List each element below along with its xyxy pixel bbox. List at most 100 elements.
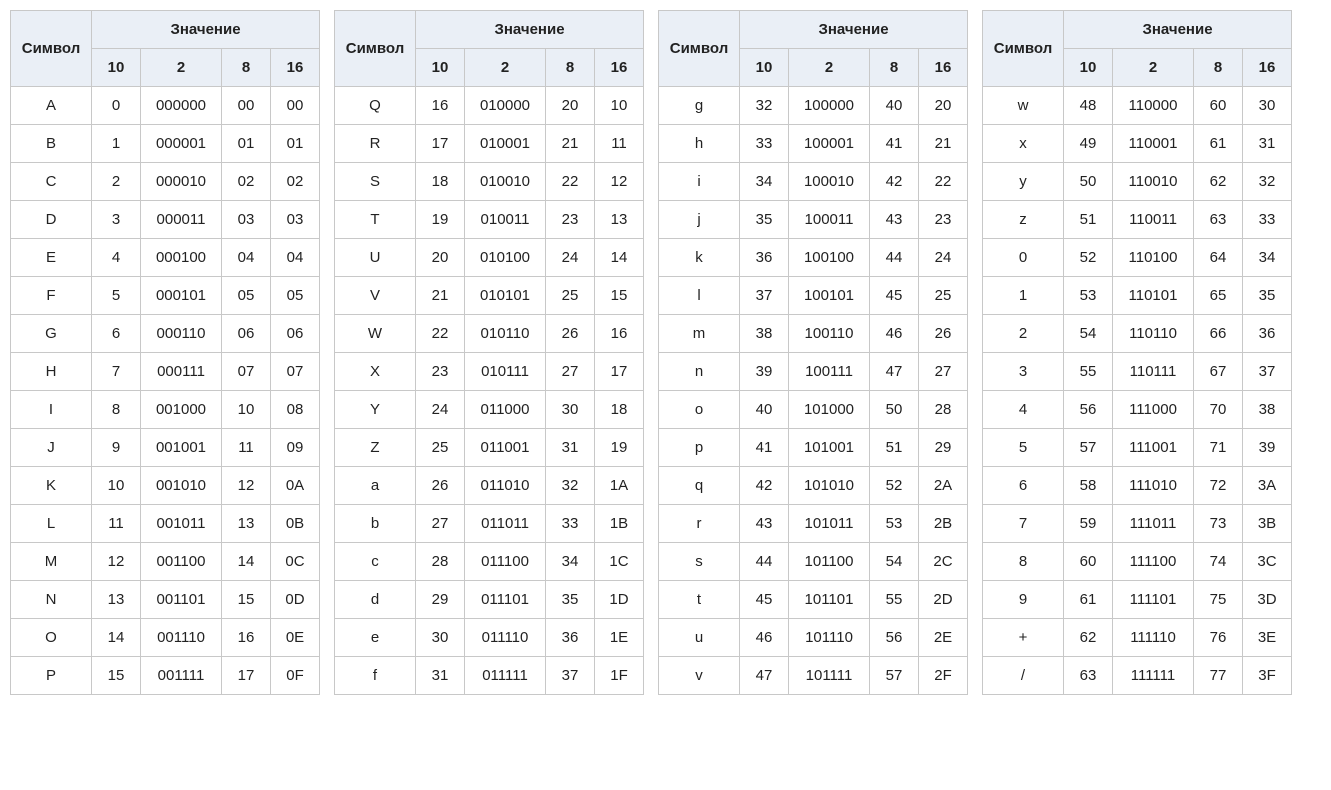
table-row: c28011100341C [335, 543, 644, 581]
cell-oct: 46 [870, 315, 919, 353]
cell-oct: 11 [222, 429, 271, 467]
table-row: q42101010522A [659, 467, 968, 505]
cell-hex: 0E [271, 619, 320, 657]
cell-bin: 010110 [465, 315, 546, 353]
cell-oct: 51 [870, 429, 919, 467]
cell-dec: 2 [92, 163, 141, 201]
cell-dec: 53 [1064, 277, 1113, 315]
cell-symbol: 6 [983, 467, 1064, 505]
cell-hex: 27 [919, 353, 968, 391]
table-row: b27011011331B [335, 505, 644, 543]
header-base-b10: 10 [92, 49, 141, 87]
cell-symbol: S [335, 163, 416, 201]
table-row: P15001111170F [11, 657, 320, 695]
cell-bin: 000100 [141, 239, 222, 277]
cell-bin: 010100 [465, 239, 546, 277]
table-row: e30011110361E [335, 619, 644, 657]
cell-bin: 111100 [1113, 543, 1194, 581]
table-row: V210101012515 [335, 277, 644, 315]
cell-oct: 63 [1194, 201, 1243, 239]
cell-bin: 011111 [465, 657, 546, 695]
cell-hex: 14 [595, 239, 644, 277]
cell-hex: 09 [271, 429, 320, 467]
cell-hex: 2F [919, 657, 968, 695]
table-row: r43101011532B [659, 505, 968, 543]
cell-oct: 44 [870, 239, 919, 277]
cell-oct: 70 [1194, 391, 1243, 429]
cell-oct: 13 [222, 505, 271, 543]
cell-symbol: X [335, 353, 416, 391]
cell-symbol: W [335, 315, 416, 353]
cell-dec: 27 [416, 505, 465, 543]
cell-oct: 56 [870, 619, 919, 657]
cell-symbol: + [983, 619, 1064, 657]
cell-symbol: y [983, 163, 1064, 201]
cell-hex: 0F [271, 657, 320, 695]
cell-symbol: a [335, 467, 416, 505]
cell-symbol: t [659, 581, 740, 619]
cell-dec: 48 [1064, 87, 1113, 125]
cell-symbol: f [335, 657, 416, 695]
cell-oct: 41 [870, 125, 919, 163]
table-row: G60001100606 [11, 315, 320, 353]
cell-oct: 43 [870, 201, 919, 239]
table-row: I80010001008 [11, 391, 320, 429]
cell-dec: 52 [1064, 239, 1113, 277]
cell-symbol: x [983, 125, 1064, 163]
table-row: l371001014525 [659, 277, 968, 315]
header-value: Значение [740, 11, 968, 49]
cell-bin: 010001 [465, 125, 546, 163]
cell-oct: 76 [1194, 619, 1243, 657]
cell-oct: 65 [1194, 277, 1243, 315]
cell-oct: 17 [222, 657, 271, 695]
cell-hex: 07 [271, 353, 320, 391]
cell-dec: 57 [1064, 429, 1113, 467]
cell-dec: 34 [740, 163, 789, 201]
cell-bin: 101101 [789, 581, 870, 619]
cell-hex: 18 [595, 391, 644, 429]
cell-bin: 010011 [465, 201, 546, 239]
cell-symbol: h [659, 125, 740, 163]
cell-dec: 35 [740, 201, 789, 239]
cell-symbol: Y [335, 391, 416, 429]
cell-bin: 001000 [141, 391, 222, 429]
cell-bin: 111000 [1113, 391, 1194, 429]
table-row: F50001010505 [11, 277, 320, 315]
table-row: W220101102616 [335, 315, 644, 353]
cell-oct: 66 [1194, 315, 1243, 353]
cell-dec: 4 [92, 239, 141, 277]
table-row: Z250110013119 [335, 429, 644, 467]
cell-oct: 03 [222, 201, 271, 239]
cell-oct: 53 [870, 505, 919, 543]
cell-symbol: D [11, 201, 92, 239]
table-row: S180100102212 [335, 163, 644, 201]
cell-oct: 37 [546, 657, 595, 695]
cell-bin: 011100 [465, 543, 546, 581]
cell-symbol: M [11, 543, 92, 581]
table-row: E40001000404 [11, 239, 320, 277]
cell-symbol: I [11, 391, 92, 429]
cell-oct: 57 [870, 657, 919, 695]
cell-hex: 3F [1243, 657, 1292, 695]
table-row: T190100112313 [335, 201, 644, 239]
header-base-b10: 10 [1064, 49, 1113, 87]
cell-symbol: E [11, 239, 92, 277]
cell-hex: 0B [271, 505, 320, 543]
cell-bin: 101110 [789, 619, 870, 657]
cell-oct: 24 [546, 239, 595, 277]
table-row: u46101110562E [659, 619, 968, 657]
cell-hex: 1B [595, 505, 644, 543]
cell-bin: 101111 [789, 657, 870, 695]
cell-hex: 15 [595, 277, 644, 315]
header-base-b10: 10 [740, 49, 789, 87]
cell-hex: 0C [271, 543, 320, 581]
header-base-b8: 8 [546, 49, 595, 87]
cell-bin: 011001 [465, 429, 546, 467]
cell-dec: 24 [416, 391, 465, 429]
cell-symbol: G [11, 315, 92, 353]
cell-symbol: B [11, 125, 92, 163]
cell-oct: 77 [1194, 657, 1243, 695]
cell-hex: 03 [271, 201, 320, 239]
cell-bin: 101000 [789, 391, 870, 429]
cell-symbol: s [659, 543, 740, 581]
